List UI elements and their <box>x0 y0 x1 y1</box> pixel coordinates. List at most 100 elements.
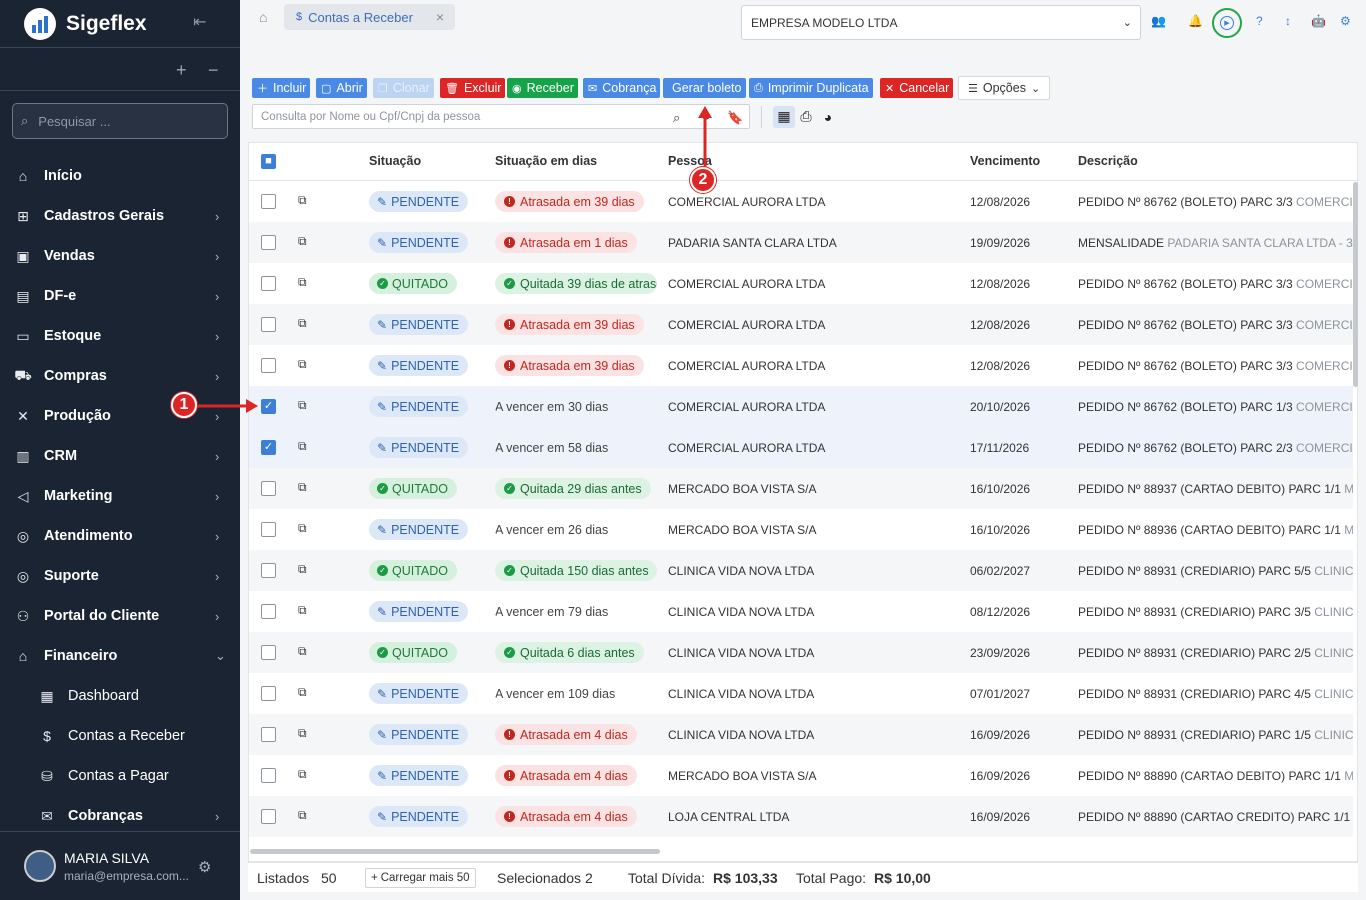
sidebar-item-in-cio[interactable]: ⌂ Início <box>0 156 240 196</box>
logo[interactable]: Sigeflex <box>24 8 147 40</box>
row-checkbox[interactable] <box>261 604 276 619</box>
row-checkbox[interactable] <box>261 645 276 660</box>
sidebar-search[interactable]: ⌕ <box>12 103 228 139</box>
sidebar-item-vendas[interactable]: ▣ Vendas › <box>0 236 240 276</box>
row-checkbox[interactable] <box>261 809 276 824</box>
sidebar-item-suporte[interactable]: ◎ Suporte › <box>0 556 240 596</box>
clonar-button[interactable]: ❐ Clonar <box>373 78 434 98</box>
open-record-icon[interactable]: ⧉ <box>298 603 307 618</box>
row-checkbox[interactable] <box>261 358 276 373</box>
users-icon[interactable]: 👥 <box>1151 14 1166 28</box>
row-checkbox[interactable] <box>261 276 276 291</box>
open-record-icon[interactable]: ⧉ <box>298 726 307 741</box>
row-checkbox[interactable] <box>261 768 276 783</box>
table-row[interactable]: ⧉ ✎ PENDENTE ! Atrasada em 4 dias LOJA CEN… <box>249 796 1353 837</box>
opcoes-button[interactable]: ☰ Opções ⌄ <box>958 76 1051 100</box>
company-select[interactable]: EMPRESA MODELO LTDA ⌄ <box>741 5 1141 40</box>
open-record-icon[interactable]: ⧉ <box>298 275 307 290</box>
sidebar-item-portal-do-cliente[interactable]: ⚇ Portal do Cliente › <box>0 596 240 636</box>
table-row[interactable]: ⧉ ✎ PENDENTE ! Atrasada em 39 dias COMERCI… <box>249 345 1353 386</box>
gerar-boleto-button[interactable]: Gerar boleto <box>663 78 747 98</box>
open-record-icon[interactable]: ⧉ <box>298 644 307 659</box>
print-view-icon[interactable]: ⎙ <box>795 106 817 128</box>
row-checkbox[interactable] <box>261 235 276 250</box>
expand-all-icon[interactable]: + <box>176 60 187 81</box>
table-row[interactable]: ✓ ⧉ ✎ PENDENTE A vencer em 30 dias COMERC… <box>249 386 1353 427</box>
sidebar-item-df-e[interactable]: ▤ DF-e › <box>0 276 240 316</box>
collapse-menu-icon[interactable]: ⇤ <box>193 12 206 32</box>
open-record-icon[interactable]: ⧉ <box>298 767 307 782</box>
row-checkbox[interactable] <box>261 317 276 332</box>
tab-contas-a-receber[interactable]: $ Contas a Receber × <box>284 4 455 30</box>
row-checkbox[interactable] <box>261 481 276 496</box>
close-icon[interactable]: × <box>436 9 444 25</box>
table-row[interactable]: ⧉ ✓ QUITADO ✓ Quitada 29 dias antes MERCAD… <box>249 468 1353 509</box>
col-situacao[interactable]: Situação <box>369 154 421 168</box>
open-record-icon[interactable]: ⧉ <box>298 234 307 249</box>
table-row[interactable]: ⧉ ✎ PENDENTE ! Atrasada em 4 dias CLINICA … <box>249 714 1353 755</box>
sidebar-item-crm[interactable]: ▥ CRM › <box>0 436 240 476</box>
open-record-icon[interactable]: ⧉ <box>298 398 307 413</box>
open-record-icon[interactable]: ⧉ <box>298 480 307 495</box>
sidebar-subitem-contas-a-receber[interactable]: $ Contas a Receber <box>0 716 240 756</box>
table-row[interactable]: ⧉ ✓ QUITADO ✓ Quitada 6 dias antes CLINICA… <box>249 632 1353 673</box>
row-checkbox[interactable] <box>261 522 276 537</box>
table-row[interactable]: ⧉ ✎ PENDENTE ! Atrasada em 39 dias COMERCI… <box>249 181 1353 222</box>
table-row[interactable]: ⧉ ✎ PENDENTE A vencer em 109 dias CLINICA… <box>249 673 1353 714</box>
vertical-scrollbar[interactable] <box>1353 182 1358 387</box>
sidebar-subitem-contas-a-pagar[interactable]: ⛁ Contas a Pagar <box>0 756 240 796</box>
home-icon[interactable]: ⌂ <box>259 9 267 25</box>
table-row[interactable]: ⧉ ✎ PENDENTE A vencer em 26 dias MERCADO … <box>249 509 1353 550</box>
col-vencimento[interactable]: Vencimento <box>970 154 1040 168</box>
col-descricao[interactable]: Descrição <box>1078 154 1138 168</box>
table-row[interactable]: ⧉ ✎ PENDENTE A vencer em 79 dias CLINICA … <box>249 591 1353 632</box>
search-icon[interactable]: ⌕ <box>673 110 680 126</box>
row-checkbox[interactable]: ✓ <box>261 440 276 455</box>
bookmark-icon[interactable]: 🔖 <box>727 110 743 126</box>
table-row[interactable]: ⧉ ✓ QUITADO ✓ Quitada 39 dias de atraso CO… <box>249 263 1353 304</box>
help-icon[interactable]: ? <box>1256 14 1263 28</box>
sidebar-item-marketing[interactable]: ◁ Marketing › <box>0 476 240 516</box>
open-record-icon[interactable]: ⧉ <box>298 316 307 331</box>
sidebar-item-cadastros-gerais[interactable]: ⊞ Cadastros Gerais › <box>0 196 240 236</box>
table-row[interactable]: ⧉ ✎ PENDENTE ! Atrasada em 39 dias COMERCI… <box>249 304 1353 345</box>
abrir-button[interactable]: ▢ Abrir <box>316 78 367 98</box>
excluir-button[interactable]: 🗑 Excluir <box>440 78 506 98</box>
bell-icon[interactable]: 🔔 <box>1188 14 1203 28</box>
row-checkbox[interactable] <box>261 686 276 701</box>
sidebar-subitem-cobran-as[interactable]: ✉ Cobranças › <box>0 796 240 836</box>
col-situacao-dias[interactable]: Situação em dias <box>495 154 597 168</box>
pessoa-search-input[interactable] <box>261 110 661 123</box>
open-record-icon[interactable]: ⧉ <box>298 357 307 372</box>
play-tour-button[interactable]: ▶ <box>1212 8 1242 38</box>
sidebar-item-compras[interactable]: ⛟ Compras › <box>0 356 240 396</box>
incluir-button[interactable]: ＋ Incluir <box>252 78 311 98</box>
table-row[interactable]: ⧉ ✎ PENDENTE ! Atrasada em 4 dias MERCADO … <box>249 755 1353 796</box>
collapse-all-icon[interactable]: − <box>208 60 219 81</box>
chart-view-icon[interactable]: ◕ <box>817 106 839 128</box>
open-record-icon[interactable]: ⧉ <box>298 685 307 700</box>
horizontal-scrollbar[interactable] <box>250 849 660 854</box>
cobranca-button[interactable]: ✉ Cobrança <box>583 78 661 98</box>
user-settings-icon[interactable]: ⚙ <box>198 858 211 876</box>
row-checkbox[interactable] <box>261 194 276 209</box>
row-checkbox[interactable] <box>261 563 276 578</box>
open-record-icon[interactable]: ⧉ <box>298 808 307 823</box>
table-row[interactable]: ⧉ ✎ PENDENTE ! Atrasada em 1 dias PADARIA … <box>249 222 1353 263</box>
load-more-button[interactable]: + Carregar mais 50 <box>365 868 476 888</box>
open-record-icon[interactable]: ⧉ <box>298 562 307 577</box>
sidebar-item-atendimento[interactable]: ◎ Atendimento › <box>0 516 240 556</box>
sidebar-item-financeiro[interactable]: ⌂ Financeiro ⌄ <box>0 636 240 676</box>
sidebar-search-input[interactable] <box>38 113 209 129</box>
robot-icon[interactable]: 🤖 <box>1311 14 1326 28</box>
cancelar-button[interactable]: ✕ Cancelar <box>880 78 954 98</box>
table-row[interactable]: ✓ ⧉ ✎ PENDENTE A vencer em 58 dias COMERC… <box>249 427 1353 468</box>
open-record-icon[interactable]: ⧉ <box>298 521 307 536</box>
table-row[interactable]: ⧉ ✓ QUITADO ✓ Quitada 150 dias antes CLINI… <box>249 550 1353 591</box>
imprimir-duplicata-button[interactable]: ⎙ Imprimir Duplicata <box>749 78 873 98</box>
pessoa-search[interactable]: ⌕ ⚲ 🔖 <box>252 104 750 129</box>
settings-icon[interactable]: ⚙ <box>1340 14 1351 28</box>
sidebar-subitem-dashboard[interactable]: ▦ Dashboard <box>0 676 240 716</box>
sidebar-item-estoque[interactable]: ▭ Estoque › <box>0 316 240 356</box>
grid-view-icon[interactable]: ▦ <box>773 105 795 128</box>
